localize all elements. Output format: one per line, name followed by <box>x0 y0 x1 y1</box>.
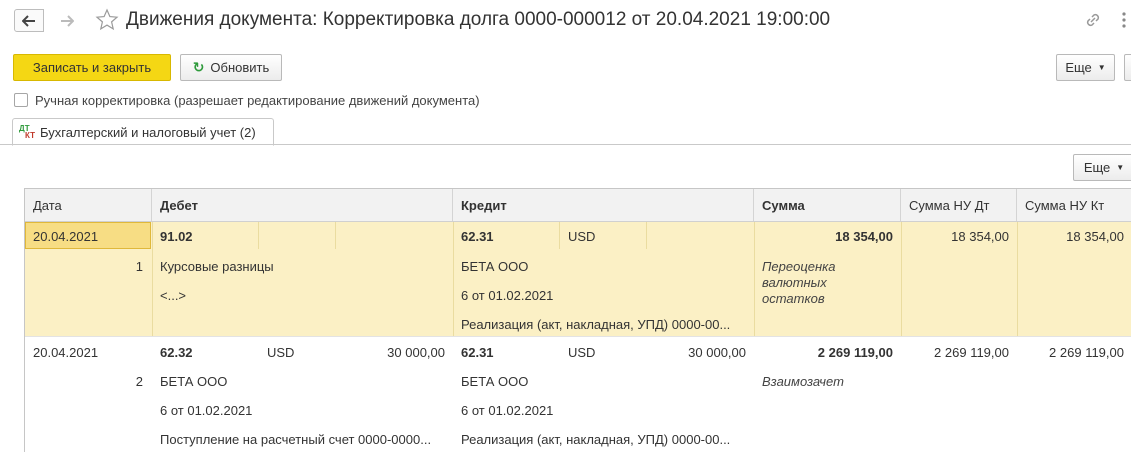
table-header: Дата Дебет Кредит Сумма Сумма НУ Дт Сумм… <box>25 189 1131 222</box>
credit-account: 62.31 <box>461 345 494 360</box>
debit-subconto-1: БЕТА ООО <box>160 374 228 389</box>
row-date: 20.04.2021 <box>33 229 99 244</box>
row-content: Переоценка валютных остатков <box>762 259 836 306</box>
manual-correction-checkbox[interactable] <box>14 93 28 107</box>
manual-correction-label: Ручная корректировка (разрешает редактир… <box>35 92 480 108</box>
debit-account: 91.02 <box>160 229 193 244</box>
tab-divider <box>0 144 1131 145</box>
arrow-left-icon <box>22 14 35 27</box>
table-more-label: Еще <box>1083 160 1111 175</box>
debit-subconto-3: Поступление на расчетный счет 0000-0000.… <box>160 432 432 447</box>
row-number: 2 <box>135 374 143 389</box>
debit-amount: 30 000,00 <box>387 345 445 360</box>
chevron-down-icon: ▼ <box>1116 163 1125 172</box>
arrow-right-icon <box>61 14 74 27</box>
row-nu-dt: 2 269 119,00 <box>934 345 1009 360</box>
manual-correction-row[interactable]: Ручная корректировка (разрешает редактир… <box>14 92 480 108</box>
refresh-button[interactable]: ↻ Обновить <box>180 54 282 81</box>
debit-currency: USD <box>267 345 295 360</box>
row-sum: 18 354,00 <box>835 229 893 244</box>
column-header-date[interactable]: Дата <box>25 189 152 221</box>
row-nu-dt: 18 354,00 <box>951 229 1009 244</box>
refresh-label: Обновить <box>210 60 270 75</box>
command-bar: Записать и закрыть ↻ Обновить Еще ▼ <box>0 54 1131 82</box>
debit-subconto-2: <...> <box>160 288 187 303</box>
column-header-nu-dt[interactable]: Сумма НУ Дт <box>901 189 1017 221</box>
row-number: 1 <box>135 259 143 274</box>
window-title: Движения документа: Корректировка долга … <box>126 9 831 30</box>
row-nu-kt: 18 354,00 <box>1066 229 1124 244</box>
credit-currency: USD <box>568 229 596 244</box>
row-date: 20.04.2021 <box>33 345 99 360</box>
column-header-nu-kt[interactable]: Сумма НУ Кт <box>1017 189 1131 221</box>
column-header-debit[interactable]: Дебет <box>152 189 453 221</box>
credit-subconto-1: БЕТА ООО <box>461 374 529 389</box>
credit-currency: USD <box>568 345 596 360</box>
title-bar: Движения документа: Корректировка долга … <box>0 0 1131 42</box>
link-icon[interactable] <box>1083 10 1103 30</box>
chevron-down-icon: ▼ <box>1097 63 1106 72</box>
table-row[interactable]: 20.04.2021 1 91.02 Курсовые разницы <...… <box>25 222 1131 336</box>
credit-subconto-2: 6 от 01.02.2021 <box>461 403 554 418</box>
star-icon[interactable] <box>95 8 119 32</box>
tab-label: Бухгалтерский и налоговый учет (2) <box>40 124 256 140</box>
more-label: Еще <box>1065 60 1092 75</box>
credit-subconto-2: 6 от 01.02.2021 <box>461 288 554 303</box>
extra-button[interactable] <box>1124 54 1131 81</box>
column-header-sum[interactable]: Сумма <box>754 189 901 221</box>
forward-button[interactable] <box>52 9 82 32</box>
row-sum: 2 269 119,00 <box>817 345 893 360</box>
back-button[interactable] <box>14 9 44 32</box>
debit-account: 62.32 <box>160 345 193 360</box>
credit-subconto-1: БЕТА ООО <box>461 259 529 274</box>
dt-kt-icon: ДТ КТ <box>19 124 35 140</box>
table-row[interactable]: 20.04.2021 2 62.32 USD 30 000,00 БЕТА ОО… <box>25 336 1131 452</box>
credit-account: 62.31 <box>461 229 494 244</box>
credit-amount: 30 000,00 <box>688 345 746 360</box>
debit-subconto-2: 6 от 01.02.2021 <box>160 403 253 418</box>
column-header-credit[interactable]: Кредит <box>453 189 754 221</box>
movements-table[interactable]: Дата Дебет Кредит Сумма Сумма НУ Дт Сумм… <box>24 188 1131 452</box>
debit-subconto-1: Курсовые разницы <box>160 259 274 274</box>
save-close-button[interactable]: Записать и закрыть <box>13 54 171 81</box>
credit-subconto-3: Реализация (акт, накладная, УПД) 0000-00… <box>461 317 731 332</box>
row-content: Взаимозачет <box>762 374 844 389</box>
row-nu-kt: 2 269 119,00 <box>1049 345 1124 360</box>
vertical-dots-icon[interactable] <box>1117 10 1131 30</box>
tab-accounting[interactable]: ДТ КТ Бухгалтерский и налоговый учет (2) <box>12 118 274 146</box>
more-button[interactable]: Еще ▼ <box>1056 54 1115 81</box>
table-more-button[interactable]: Еще ▼ <box>1073 154 1131 181</box>
refresh-icon: ↻ <box>192 59 205 75</box>
credit-subconto-3: Реализация (акт, накладная, УПД) 0000-00… <box>461 432 731 447</box>
